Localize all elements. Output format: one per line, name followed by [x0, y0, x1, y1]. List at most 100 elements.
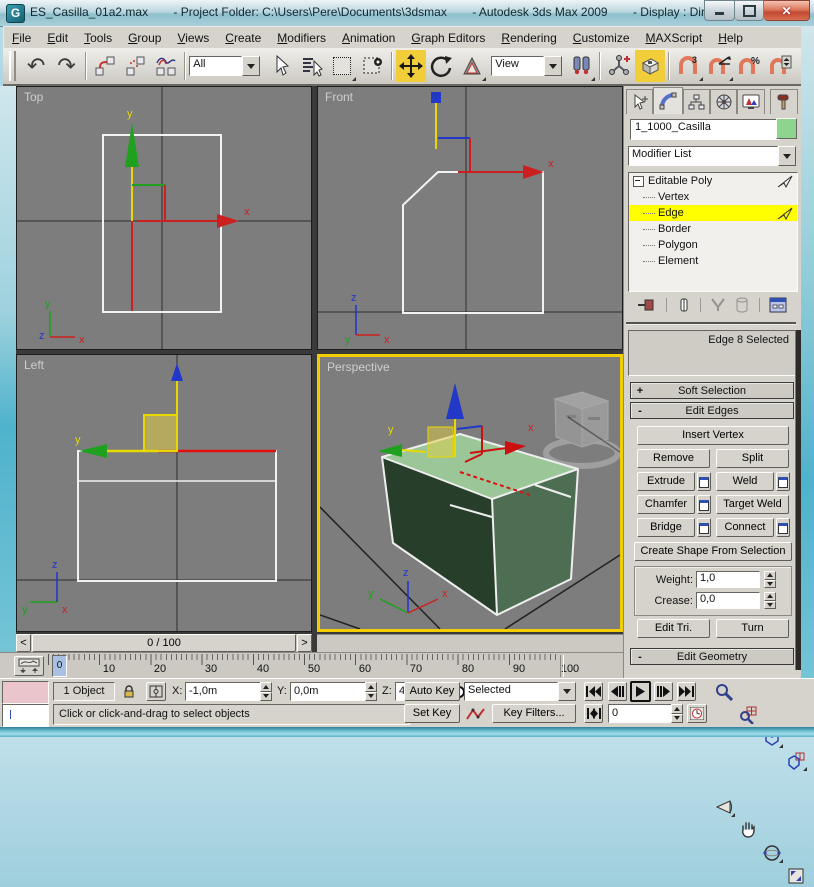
edit-tri-button[interactable]: Edit Tri. — [637, 619, 710, 638]
close-button[interactable]: ✕ — [764, 0, 810, 21]
stack-item-editable-poly[interactable]: Editable Poly — [629, 173, 797, 189]
x-coord-spinner[interactable] — [260, 682, 272, 701]
rollout-soft-selection[interactable]: + Soft Selection — [630, 382, 794, 399]
turn-button[interactable]: Turn — [716, 619, 789, 638]
modifier-list-dropdown-arrow[interactable] — [778, 146, 796, 166]
maxscript-listener-script-line[interactable] — [2, 704, 49, 727]
spinner-snap-toggle-button[interactable] — [765, 50, 796, 82]
tab-display[interactable] — [737, 89, 764, 114]
angle-snap-toggle-button[interactable] — [704, 50, 735, 82]
next-frame-button[interactable] — [654, 682, 673, 701]
selection-lock-toggle[interactable] — [120, 682, 138, 701]
set-key-button[interactable]: Set Key — [404, 704, 460, 723]
remove-modifier-icon[interactable] — [735, 297, 749, 313]
menu-group[interactable]: Group — [120, 28, 169, 48]
transform-gizmo[interactable]: y x — [378, 383, 534, 462]
field-of-view-button[interactable] — [712, 795, 736, 818]
expand-collapse-icon[interactable] — [633, 176, 644, 187]
rollout-edit-edges[interactable]: - Edit Edges — [630, 402, 794, 419]
pin-stack-icon[interactable] — [637, 297, 657, 313]
object-color-swatch[interactable] — [776, 118, 797, 139]
weld-settings-button[interactable] — [776, 472, 790, 491]
menu-create[interactable]: Create — [217, 28, 269, 48]
viewport-top-label[interactable]: Top — [24, 90, 43, 104]
y-coord-spinner[interactable] — [365, 682, 377, 701]
transform-gizmo[interactable]: x — [431, 92, 554, 179]
tab-utilities[interactable] — [770, 89, 798, 114]
bridge-settings-button[interactable] — [697, 518, 711, 537]
split-button[interactable]: Split — [716, 449, 789, 468]
remove-button[interactable]: Remove — [637, 449, 710, 468]
menu-tools[interactable]: Tools — [76, 28, 120, 48]
open-mini-curve-editor-button[interactable] — [14, 656, 44, 676]
use-center-flyout-button[interactable] — [566, 50, 597, 82]
pan-view-button[interactable] — [736, 818, 760, 841]
menu-modifiers[interactable]: Modifiers — [269, 28, 334, 48]
bind-to-space-warp-button[interactable] — [151, 50, 182, 82]
title-bar[interactable]: G ES_Casilla_01a2.max - Project Folder: … — [0, 0, 814, 27]
left-viewport-canvas[interactable]: y z y x — [17, 355, 311, 631]
coordinate-system-dropdown-arrow[interactable] — [544, 56, 562, 76]
select-by-name-button[interactable] — [296, 50, 327, 82]
show-end-result-icon[interactable] — [677, 297, 691, 313]
create-shape-from-selection-button[interactable]: Create Shape From Selection — [634, 542, 792, 561]
zoom-extents-all-button[interactable] — [784, 749, 808, 772]
stack-item-border[interactable]: Border — [629, 221, 797, 237]
menu-rendering[interactable]: Rendering — [493, 28, 564, 48]
modifier-list-combo[interactable]: Modifier List — [628, 146, 796, 166]
viewport-perspective-label[interactable]: Perspective — [327, 360, 390, 374]
select-and-link-button[interactable] — [90, 50, 121, 82]
make-unique-icon[interactable] — [710, 297, 726, 313]
menu-customize[interactable]: Customize — [565, 28, 638, 48]
viewport-front-label[interactable]: Front — [325, 90, 353, 104]
time-slider-prev-button[interactable]: < — [16, 634, 31, 652]
transform-gizmo[interactable]: y — [75, 363, 183, 458]
stack-item-vertex[interactable]: Vertex — [629, 189, 797, 205]
stack-item-polygon[interactable]: Polygon — [629, 237, 797, 253]
percent-snap-toggle-button[interactable]: % — [734, 50, 765, 82]
tab-modify[interactable] — [653, 87, 682, 114]
top-viewport-canvas[interactable]: y x y z x — [17, 87, 311, 349]
key-filters-button[interactable]: Key Filters... — [492, 704, 576, 723]
menu-edit[interactable]: Edit — [39, 28, 76, 48]
zoom-button[interactable] — [712, 680, 736, 703]
go-to-start-button[interactable] — [584, 682, 603, 701]
reference-coordinate-system-combo[interactable]: View — [491, 56, 562, 76]
time-configuration-button[interactable] — [687, 704, 707, 723]
viewport-left[interactable]: Left y z y x — [16, 354, 312, 632]
menu-maxscript[interactable]: MAXScript — [638, 28, 711, 48]
previous-frame-button[interactable] — [608, 682, 627, 701]
select-and-scale-button[interactable] — [457, 50, 488, 82]
maxscript-listener-macro-line[interactable] — [2, 681, 49, 704]
chamfer-button[interactable]: Chamfer — [637, 495, 695, 514]
snaps-toggle-button[interactable]: 3 — [673, 50, 704, 82]
tab-motion[interactable] — [710, 89, 737, 114]
box-mesh[interactable] — [382, 434, 578, 615]
zoom-all-button[interactable] — [736, 703, 760, 726]
bridge-button[interactable]: Bridge — [637, 518, 695, 537]
selection-filter-dropdown-arrow[interactable] — [242, 56, 260, 76]
key-mode-toggle-button[interactable] — [584, 704, 603, 723]
arc-rotate-button[interactable] — [760, 841, 784, 864]
stack-item-element[interactable]: Element — [629, 253, 797, 269]
keyboard-shortcut-override-toggle[interactable] — [635, 50, 666, 82]
key-mode-dropdown-arrow[interactable] — [558, 682, 576, 701]
key-mode-combo[interactable]: Selected — [464, 682, 576, 701]
rectangular-selection-region-button[interactable] — [327, 50, 358, 82]
frame-spinner[interactable] — [671, 704, 683, 723]
weld-button[interactable]: Weld — [716, 472, 774, 491]
viewport-perspective[interactable]: Perspective — [317, 354, 623, 632]
time-slider-next-button[interactable]: > — [297, 634, 312, 652]
chamfer-settings-button[interactable] — [697, 495, 711, 514]
transform-gizmo[interactable]: y x — [125, 108, 250, 311]
tab-create[interactable] — [626, 89, 653, 114]
maximize-button[interactable] — [735, 0, 764, 21]
y-coord-field[interactable]: 0,0m — [290, 682, 368, 701]
time-slider-handle[interactable]: 0 / 100 — [32, 634, 296, 652]
connect-button[interactable]: Connect — [716, 518, 774, 537]
extrude-button[interactable]: Extrude — [637, 472, 695, 491]
connect-settings-button[interactable] — [776, 518, 790, 537]
select-object-button[interactable] — [266, 50, 297, 82]
select-and-move-button[interactable] — [396, 50, 427, 82]
weight-field[interactable]: 1,0 — [696, 571, 760, 588]
